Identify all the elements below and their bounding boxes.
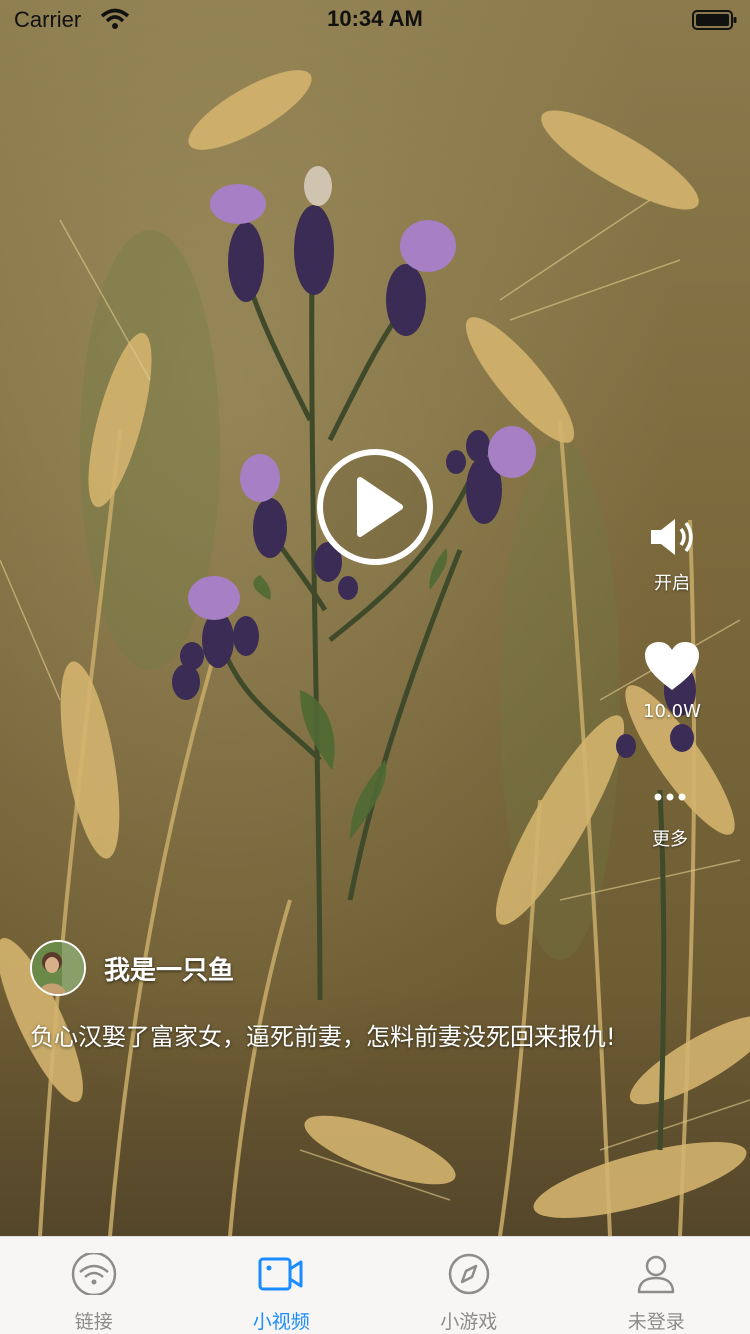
video-camera-icon	[258, 1257, 303, 1291]
author-row[interactable]: 我是一只鱼	[30, 938, 234, 998]
play-icon[interactable]	[316, 448, 434, 566]
more-button[interactable]: 更多	[620, 784, 720, 851]
status-time: 10:34 AM	[327, 6, 423, 31]
tab-mini-games[interactable]: 小游戏	[375, 1237, 563, 1334]
tab-mini-games-label: 小游戏	[440, 1311, 498, 1333]
avatar[interactable]	[30, 940, 86, 996]
sound-toggle-button[interactable]: 开启	[622, 516, 722, 595]
user-icon	[638, 1255, 675, 1294]
speaker-icon	[651, 519, 693, 555]
status-bar: Carrier 10:34 AM	[0, 0, 750, 40]
tab-short-video[interactable]: 小视频	[188, 1237, 376, 1334]
tab-short-video-label: 小视频	[252, 1311, 310, 1333]
like-button[interactable]: 10.0W	[622, 640, 722, 722]
tab-bar: 链接 小视频 小游戏 未登录	[0, 1236, 750, 1334]
more-label: 更多	[652, 829, 688, 850]
tab-profile-label: 未登录	[627, 1311, 685, 1333]
more-dots-icon	[654, 793, 686, 801]
compass-icon	[448, 1253, 489, 1295]
tab-links[interactable]: 链接	[0, 1237, 188, 1334]
video-screen: Carrier 10:34 AM 开启 10.0W 更多 我是一只鱼 负心汉娶了…	[0, 0, 750, 1334]
battery-icon	[692, 10, 737, 30]
video-caption: 负心汉娶了富家女，逼死前妻，怎料前妻没死回来报仇!	[30, 1023, 616, 1051]
sound-label: 开启	[654, 573, 690, 594]
tab-profile[interactable]: 未登录	[563, 1237, 750, 1334]
author-name[interactable]: 我是一只鱼	[104, 950, 234, 987]
like-count: 10.0W	[643, 701, 701, 722]
wifi-icon	[71, 1253, 116, 1295]
heart-icon	[645, 642, 699, 690]
tab-links-label: 链接	[74, 1311, 113, 1333]
